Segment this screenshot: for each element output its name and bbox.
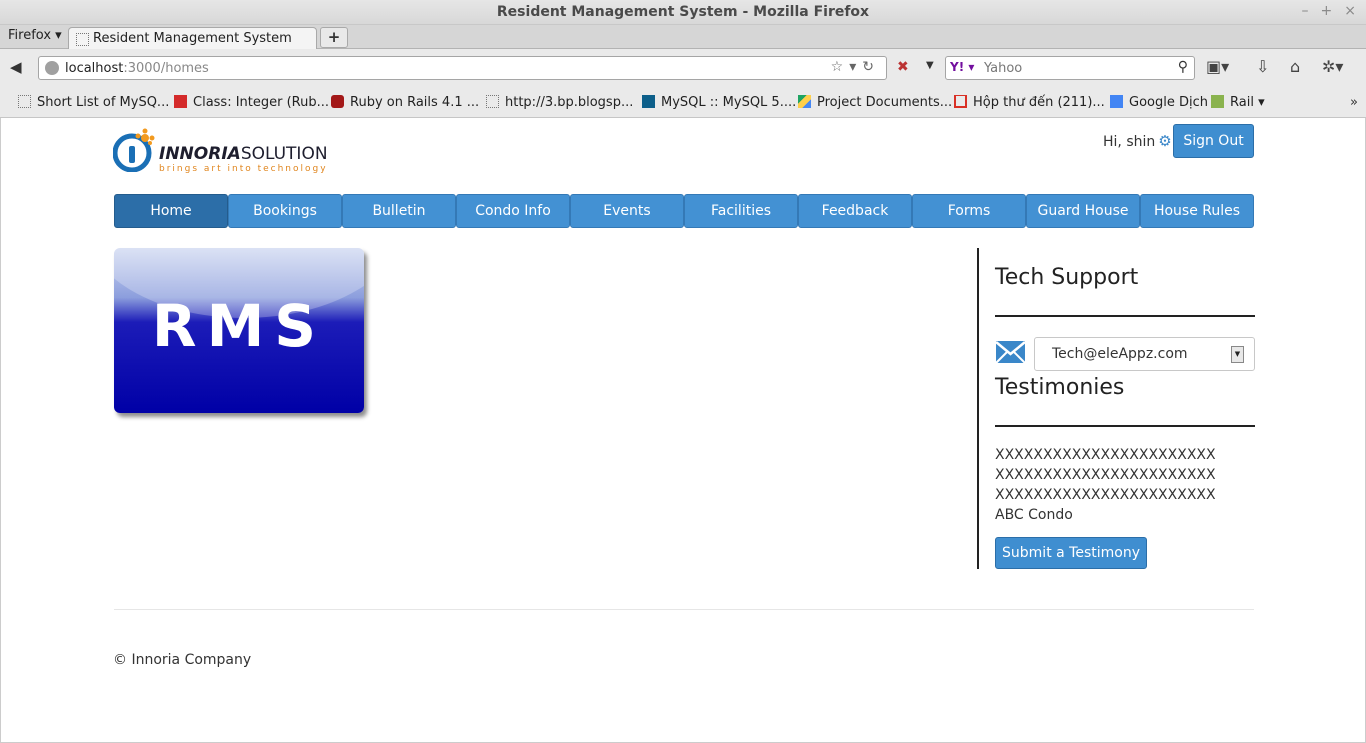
nav-item-house-rules[interactable]: House Rules — [1140, 194, 1254, 228]
maximize-icon[interactable]: + — [1321, 3, 1333, 19]
tab-title: Resident Management System — [93, 31, 292, 46]
bookmark-item[interactable]: Google Dịch — [1110, 95, 1208, 110]
more-bookmarks-icon[interactable]: » — [1350, 95, 1358, 110]
search-engine-icon[interactable]: Y! ▾ — [950, 60, 974, 74]
sidebar: Tech Support Tech@eleAppz.com ▼ Testimon… — [977, 248, 1255, 569]
rms-logo-image: RMS — [114, 248, 364, 413]
rails-icon — [331, 95, 344, 108]
chevron-down-icon[interactable]: ▼ — [1231, 346, 1244, 363]
nav-item-feedback[interactable]: Feedback — [798, 194, 912, 228]
google-translate-icon — [1110, 95, 1123, 108]
navigation-toolbar: ◀ localhost:3000/homes ☆▾↻ ✖ ▼ Y! ▾ Yaho… — [0, 49, 1366, 87]
copyright-text: © Innoria Company — [113, 652, 252, 668]
nav-item-forms[interactable]: Forms — [912, 194, 1026, 228]
bookmark-item[interactable]: Ruby on Rails 4.1 ... — [331, 95, 479, 110]
testimony-text: XXXXXXXXXXXXXXXXXXXXXXX — [995, 487, 1216, 503]
mysql-icon — [642, 95, 655, 108]
search-placeholder: Yahoo — [984, 61, 1023, 76]
sign-out-button[interactable]: Sign Out — [1173, 124, 1254, 158]
brand-tagline: brings art into technology — [159, 164, 328, 174]
search-icon[interactable]: ⚲ — [1178, 59, 1188, 75]
page-icon — [486, 95, 499, 108]
back-arrow-icon[interactable]: ◀ — [10, 58, 22, 76]
gear-icon[interactable]: ⚙ — [1158, 132, 1171, 150]
bookmark-item[interactable]: Class: Integer (Rub... — [174, 95, 329, 110]
testimony-text: XXXXXXXXXXXXXXXXXXXXXXX — [995, 447, 1216, 463]
search-box[interactable]: Y! ▾ Yahoo ⚲ — [945, 56, 1195, 80]
nav-item-facilities[interactable]: Facilities — [684, 194, 798, 228]
bookmark-item[interactable]: Short List of MySQ... — [18, 95, 169, 110]
history-dropdown-icon[interactable]: ▾ — [849, 59, 862, 75]
window-titlebar: Resident Management System - Mozilla Fir… — [0, 0, 1366, 25]
ruby-gem-icon — [174, 95, 187, 108]
bookmark-folder[interactable]: Rail ▾ — [1211, 95, 1265, 110]
minimize-icon[interactable]: – — [1302, 3, 1309, 19]
nav-item-bookings[interactable]: Bookings — [228, 194, 342, 228]
bookmark-item[interactable]: http://3.bp.blogsp... — [486, 95, 633, 110]
address-text: localhost:3000/homes — [65, 61, 209, 76]
divider — [995, 425, 1255, 427]
page-icon — [18, 95, 31, 108]
rms-logo-text: RMS — [151, 292, 327, 360]
downloads-icon[interactable]: ⇩ — [1256, 57, 1269, 76]
window-title: Resident Management System - Mozilla Fir… — [496, 4, 870, 20]
user-greeting[interactable]: Hi, shin ⚙ — [1103, 132, 1172, 150]
footer-divider — [114, 609, 1254, 610]
addon-dropdown-icon[interactable]: ▼ — [926, 60, 934, 71]
main-navigation: Home Bookings Bulletin Condo Info Events… — [114, 194, 1254, 228]
google-drive-icon — [798, 95, 811, 108]
testimonies-heading: Testimonies — [995, 375, 1125, 400]
address-bar[interactable]: localhost:3000/homes ☆▾↻ — [38, 56, 887, 80]
window-controls: – + × — [1302, 3, 1356, 19]
bookmarks-menu-icon[interactable]: ▣▾ — [1206, 57, 1229, 76]
gmail-icon — [954, 95, 967, 108]
addon-icon[interactable]: ✖ — [897, 59, 909, 75]
nav-item-events[interactable]: Events — [570, 194, 684, 228]
bookmark-star-icon[interactable]: ☆ — [831, 59, 850, 75]
reload-icon[interactable]: ↻ — [862, 59, 880, 75]
page-viewport: INNORIASOLUTION brings art into technolo… — [0, 118, 1366, 743]
company-logo[interactable]: INNORIASOLUTION brings art into technolo… — [113, 124, 343, 176]
tech-email-select[interactable]: Tech@eleAppz.com ▼ — [1034, 337, 1255, 371]
bookmark-item[interactable]: Project Documents... — [798, 95, 952, 110]
nav-item-condo-info[interactable]: Condo Info — [456, 194, 570, 228]
bookmarks-toolbar: Short List of MySQ... Class: Integer (Ru… — [0, 87, 1366, 118]
browser-tab[interactable]: Resident Management System — [68, 27, 317, 50]
envelope-icon — [995, 341, 1026, 364]
innoria-logo-icon — [113, 128, 155, 172]
testimony-author: ABC Condo — [995, 507, 1073, 523]
firefox-menu-button[interactable]: Firefox ▾ — [8, 28, 62, 43]
tech-support-heading: Tech Support — [995, 265, 1139, 290]
urlbar-actions: ☆▾↻ — [831, 59, 880, 75]
tab-strip: Firefox ▾ Resident Management System + — [0, 25, 1366, 50]
testimony-text: XXXXXXXXXXXXXXXXXXXXXXX — [995, 467, 1216, 483]
folder-icon — [1211, 95, 1224, 108]
extension-icon[interactable]: ✲▾ — [1322, 57, 1343, 76]
close-icon[interactable]: × — [1344, 3, 1356, 19]
new-tab-button[interactable]: + — [320, 27, 348, 48]
site-identity-icon[interactable] — [45, 61, 59, 75]
submit-testimony-button[interactable]: Submit a Testimony — [995, 537, 1147, 569]
divider — [995, 315, 1255, 317]
home-icon[interactable]: ⌂ — [1290, 57, 1300, 76]
bookmark-item[interactable]: MySQL :: MySQL 5.... — [642, 95, 796, 110]
nav-item-home[interactable]: Home — [114, 194, 228, 228]
tech-email-value: Tech@eleAppz.com — [1052, 346, 1188, 362]
bookmark-item[interactable]: Hộp thư đến (211)... — [954, 95, 1105, 110]
nav-item-guard-house[interactable]: Guard House — [1026, 194, 1140, 228]
nav-item-bulletin[interactable]: Bulletin — [342, 194, 456, 228]
page-favicon-icon — [76, 33, 89, 46]
brand-name: INNORIASOLUTION — [159, 144, 328, 164]
